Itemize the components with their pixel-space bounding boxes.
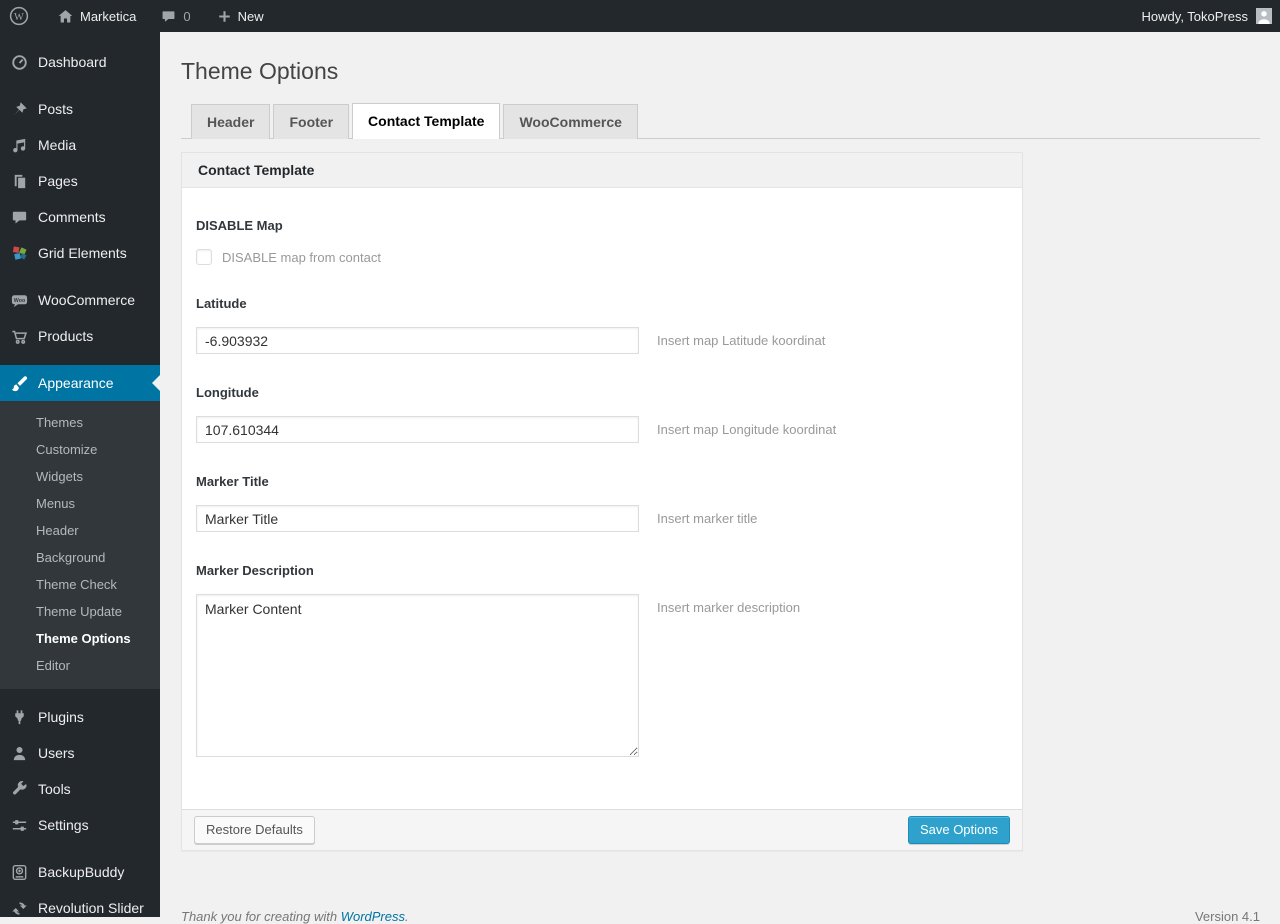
svg-text:W: W: [14, 12, 24, 23]
main-content: Theme Options Header Footer Contact Temp…: [160, 32, 1280, 924]
marker-description-label: Marker Description: [196, 563, 314, 579]
latitude-field: Latitude Insert map Latitude koordinat: [196, 296, 1008, 355]
menu-separator: [0, 80, 160, 91]
marker-title-label: Marker Title: [196, 474, 269, 490]
latitude-input[interactable]: [196, 327, 639, 355]
longitude-label: Longitude: [196, 385, 259, 401]
circular-arrows-icon: [9, 898, 29, 917]
disable-map-field: DISABLE Map DISABLE map from contact: [196, 218, 1008, 266]
tab-woocommerce[interactable]: WooCommerce: [503, 103, 638, 140]
submenu-item-customize[interactable]: Customize: [0, 436, 160, 463]
submenu-item-theme-options[interactable]: Theme Options: [0, 625, 160, 652]
tab-contact-template[interactable]: Contact Template: [352, 102, 501, 140]
new-label: New: [237, 8, 264, 24]
sidebar-item-revolution-slider[interactable]: Revolution Slider: [0, 890, 160, 917]
latitude-hint: Insert map Latitude koordinat: [657, 333, 826, 349]
submenu-item-background[interactable]: Background: [0, 544, 160, 571]
wordpress-logo-icon: W: [9, 6, 29, 26]
menu-separator: [0, 271, 160, 282]
page-title: Theme Options: [181, 58, 339, 84]
tab-footer[interactable]: Footer: [273, 103, 350, 140]
backup-drive-icon: [9, 862, 29, 882]
sidebar-item-products[interactable]: Products: [0, 318, 160, 354]
pages-icon: [9, 171, 29, 191]
marker-description-hint: Insert marker description: [657, 600, 801, 616]
appearance-submenu: Themes Customize Widgets Menus Header Ba…: [0, 401, 160, 689]
pinwheel-color-icon: [9, 243, 29, 263]
tab-bar: Header Footer Contact Template WooCommer…: [181, 102, 1260, 140]
plus-icon: [217, 9, 232, 24]
marker-title-hint: Insert marker title: [657, 511, 758, 527]
disable-map-label: DISABLE Map: [196, 218, 283, 234]
submenu-item-header[interactable]: Header: [0, 517, 160, 544]
tab-header[interactable]: Header: [191, 103, 271, 140]
sidebar-item-posts[interactable]: Posts: [0, 91, 160, 127]
howdy-text: Howdy, TokoPress: [1141, 8, 1248, 24]
sidebar-item-settings[interactable]: Settings: [0, 807, 160, 843]
avatar: [1256, 8, 1272, 24]
paintbrush-icon: [9, 373, 29, 393]
panel-body: DISABLE Map DISABLE map from contact Lat…: [182, 188, 1022, 809]
submenu-item-widgets[interactable]: Widgets: [0, 463, 160, 490]
contact-template-panel: Contact Template DISABLE Map DISABLE map…: [181, 152, 1023, 852]
sidebar-item-woocommerce[interactable]: Woo WooCommerce: [0, 282, 160, 318]
longitude-input[interactable]: [196, 416, 639, 444]
sidebar-item-grid-elements[interactable]: Grid Elements: [0, 235, 160, 271]
home-icon: [57, 8, 74, 25]
sidebar-item-backupbuddy[interactable]: BackupBuddy: [0, 854, 160, 890]
person-icon: [9, 743, 29, 763]
marker-description-textarea[interactable]: Marker Content: [196, 594, 639, 758]
sidebar-item-appearance[interactable]: Appearance: [0, 365, 160, 401]
pushpin-icon: [9, 99, 29, 119]
comments-count: 0: [183, 8, 191, 24]
submenu-item-menus[interactable]: Menus: [0, 490, 160, 517]
comment-bubble-icon: [9, 207, 29, 227]
menu-separator: [0, 354, 160, 365]
sidebar-item-dashboard[interactable]: Dashboard: [0, 44, 160, 80]
sliders-icon: [9, 815, 29, 835]
comments-shortcut[interactable]: 0: [151, 0, 199, 32]
panel-footer: Restore Defaults Save Options: [182, 809, 1022, 851]
panel-heading: Contact Template: [182, 153, 1022, 189]
sidebar-item-pages[interactable]: Pages: [0, 163, 160, 199]
cart-icon: [9, 326, 29, 346]
comment-bubble-icon: [160, 8, 177, 25]
marker-title-field: Marker Title Insert marker title: [196, 474, 1008, 533]
sidebar-item-media[interactable]: Media: [0, 127, 160, 163]
account-menu[interactable]: Howdy, TokoPress: [1142, 0, 1280, 32]
submenu-item-themes[interactable]: Themes: [0, 409, 160, 436]
sidebar-item-plugins[interactable]: Plugins: [0, 699, 160, 735]
submenu-item-theme-check[interactable]: Theme Check: [0, 571, 160, 598]
submenu-item-theme-update[interactable]: Theme Update: [0, 598, 160, 625]
music-note-icon: [9, 135, 29, 155]
sidebar-item-comments[interactable]: Comments: [0, 199, 160, 235]
longitude-field: Longitude Insert map Longitude koordinat: [196, 385, 1008, 444]
save-options-button[interactable]: Save Options: [907, 816, 1010, 845]
wrench-icon: [9, 779, 29, 799]
plug-icon: [9, 707, 29, 727]
site-name-link[interactable]: Marketica: [48, 0, 145, 32]
svg-text:Woo: Woo: [13, 298, 25, 304]
menu-separator: [0, 843, 160, 854]
longitude-hint: Insert map Longitude koordinat: [657, 422, 837, 438]
wordpress-logo-menu[interactable]: W: [0, 0, 38, 32]
disable-map-checkbox-label: DISABLE map from contact: [222, 249, 381, 265]
latitude-label: Latitude: [196, 296, 247, 312]
marker-title-input[interactable]: [196, 505, 639, 533]
woo-badge-icon: Woo: [9, 290, 29, 310]
restore-defaults-button[interactable]: Restore Defaults: [194, 816, 315, 845]
site-name: Marketica: [80, 8, 137, 24]
admin-sidebar: Dashboard Posts Media Pages Comments Gri…: [0, 32, 160, 917]
admin-bar: W Marketica 0 New Howdy, TokoPress: [0, 0, 1280, 32]
submenu-item-editor[interactable]: Editor: [0, 652, 160, 679]
sidebar-item-tools[interactable]: Tools: [0, 771, 160, 807]
sidebar-item-users[interactable]: Users: [0, 735, 160, 771]
new-content-menu[interactable]: New: [208, 0, 273, 32]
disable-map-checkbox[interactable]: [196, 249, 212, 266]
dashboard-gauge-icon: [9, 52, 29, 72]
marker-description-field: Marker Description Marker Content Insert…: [196, 563, 1008, 758]
